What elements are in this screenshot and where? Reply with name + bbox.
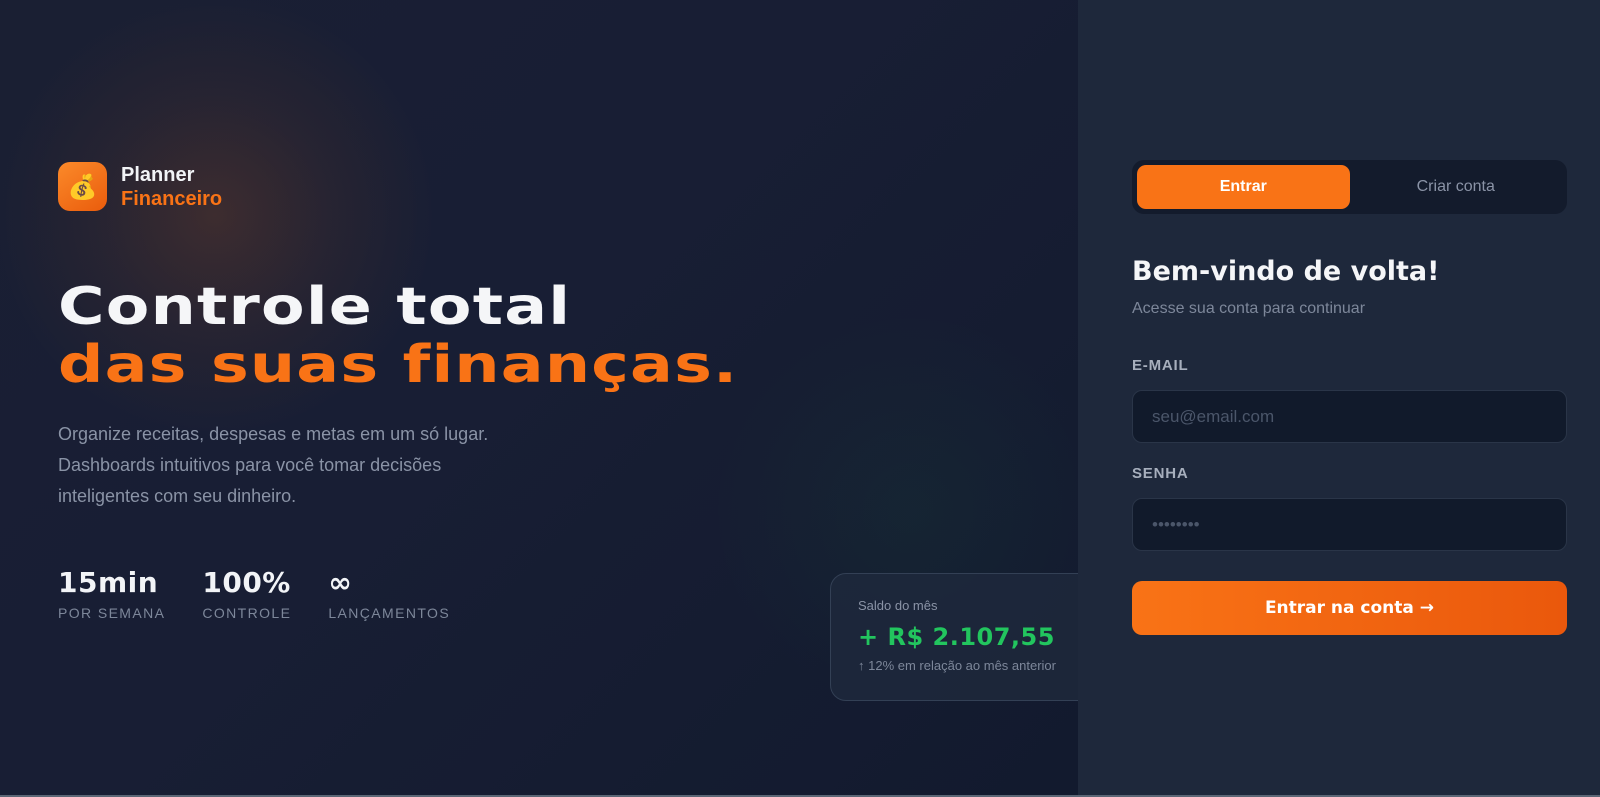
password-field[interactable]: [1132, 498, 1567, 551]
stat-item: 15min POR SEMANA: [58, 566, 166, 622]
stats-row: 15min POR SEMANA 100% CONTROLE ∞ LANÇAME…: [58, 566, 487, 622]
hero-headline-line1: Controle total: [58, 277, 572, 337]
stat-value: ∞: [328, 566, 353, 599]
stat-item: ∞ LANÇAMENTOS: [328, 566, 451, 622]
hero-description-line: Organize receitas, despesas e metas em u…: [58, 424, 489, 444]
tab-login[interactable]: Entrar: [1137, 165, 1350, 209]
money-bag-icon: 💰: [58, 162, 107, 211]
stat-value: 15min: [58, 566, 159, 599]
balance-card-trend: ↑ 12% em relação ao mês anterior: [858, 658, 1056, 673]
password-label: SENHA: [1132, 465, 1189, 482]
balance-card-label: Saldo do mês: [858, 598, 938, 613]
stat-label: LANÇAMENTOS: [328, 605, 451, 621]
auth-title: Bem-vindo de volta!: [1132, 256, 1440, 287]
tab-create-account[interactable]: Criar conta: [1350, 165, 1563, 209]
hero-headline: Controle total das suas finanças.: [58, 278, 737, 394]
login-submit-button[interactable]: Entrar na conta →: [1132, 581, 1567, 635]
stat-label: CONTROLE: [202, 605, 292, 621]
auth-tabs: Entrar Criar conta: [1132, 160, 1567, 214]
stat-value: 100%: [202, 566, 291, 599]
hero-headline-line2: das suas finanças.: [58, 335, 739, 395]
auth-subtitle: Acesse sua conta para continuar: [1132, 300, 1366, 317]
email-field[interactable]: [1132, 390, 1567, 443]
stat-item: 100% CONTROLE: [202, 566, 292, 622]
email-label: E-MAIL: [1132, 357, 1189, 374]
brand-name-line1: Planner: [121, 163, 195, 186]
brand-name: Planner Financeiro: [121, 163, 222, 211]
brand-name-line2: Financeiro: [121, 187, 223, 210]
balance-card: Saldo do mês + R$ 2.107,55 ↑ 12% em rela…: [830, 573, 1110, 701]
hero-description-line: inteligentes com seu dinheiro.: [58, 486, 297, 506]
balance-card-value: + R$ 2.107,55: [858, 623, 1055, 651]
hero-description: Organize receitas, despesas e metas em u…: [58, 419, 528, 512]
hero-description-line: Dashboards intuitivos para você tomar de…: [58, 455, 442, 475]
stat-label: POR SEMANA: [58, 605, 166, 621]
brand: 💰 Planner Financeiro: [58, 162, 222, 211]
